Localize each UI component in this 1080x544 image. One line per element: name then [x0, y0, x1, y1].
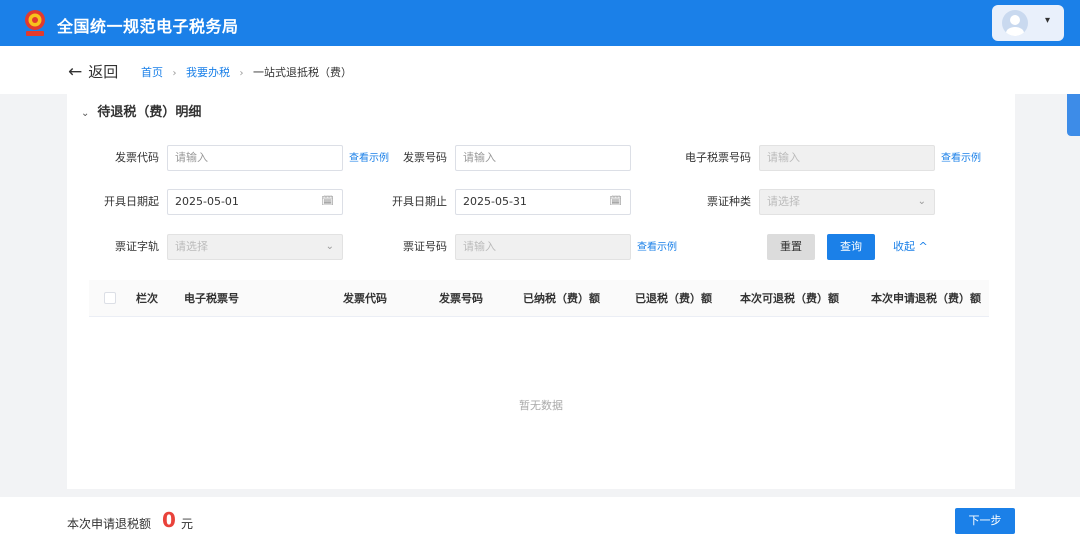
invoice-code-input[interactable]: 请输入 — [167, 145, 343, 171]
back-label: 返回 — [88, 63, 119, 81]
reset-button[interactable]: 重置 — [767, 234, 815, 260]
refund-total-unit: 元 — [181, 517, 194, 531]
col-paid-tax: 已纳税（费）额 — [523, 292, 600, 305]
main-card: ⌄ 待退税（费）明细 发票代码 请输入 查看示例 发票号码 请输入 电子税票号码 … — [67, 94, 1015, 489]
ticket-no-input[interactable]: 请输入 — [455, 234, 631, 260]
date-end-picker[interactable]: 2025-05-31 🗓 — [455, 189, 631, 215]
footer-bar: 本次申请退税额 0 元 下一步 — [0, 497, 1080, 544]
section-toggle[interactable]: ⌄ 待退税（费）明细 — [81, 101, 201, 120]
refund-total-amount: 0 — [162, 508, 176, 532]
refund-total-label: 本次申请退税额 — [67, 517, 152, 531]
sub-header: ← 返回 首页 › 我要办税 › 一站式退抵税（费） — [0, 46, 1080, 94]
next-step-button[interactable]: 下一步 — [955, 508, 1015, 534]
breadcrumb-tax[interactable]: 我要办税 — [186, 66, 230, 79]
ticket-type-label: 票证种类 — [707, 195, 751, 208]
invoice-code-label: 发票代码 — [115, 151, 159, 164]
section-title: 待退税（费）明细 — [97, 105, 202, 120]
ticket-no-label: 票证号码 — [403, 240, 447, 253]
invoice-no-label: 发票号码 — [403, 151, 447, 164]
table-header: 栏次 电子税票号 发票代码 发票号码 已纳税（费）额 已退税（费）额 本次可退税… — [89, 280, 989, 317]
chevron-down-icon: ⌄ — [917, 196, 926, 207]
ticket-type-select[interactable]: 请选择 ⌄ — [759, 189, 935, 215]
user-menu-button[interactable]: ▾ — [992, 5, 1064, 41]
avatar-icon — [1002, 10, 1028, 36]
col-invoice-no: 发票号码 — [439, 292, 483, 305]
back-arrow-icon: ← — [68, 62, 83, 82]
e-ticket-no-input[interactable]: 请输入 — [759, 145, 935, 171]
ticket-word-label: 票证字轨 — [115, 240, 159, 253]
breadcrumb-home[interactable]: 首页 — [141, 66, 163, 79]
app-title: 全国统一规范电子税务局 — [57, 17, 239, 36]
chevron-right-icon: › — [172, 68, 177, 79]
col-index: 栏次 — [136, 292, 158, 305]
col-refunded-tax: 已退税（费）额 — [635, 292, 712, 305]
chevron-right-icon: › — [239, 68, 244, 79]
tax-emblem-logo — [25, 10, 45, 36]
chevron-down-icon: ⌄ — [325, 241, 334, 252]
date-start-picker[interactable]: 2025-05-01 🗓 — [167, 189, 343, 215]
col-invoice-code: 发票代码 — [343, 292, 387, 305]
e-ticket-no-label: 电子税票号码 — [685, 151, 751, 164]
ticket-no-example-link[interactable]: 查看示例 — [637, 235, 677, 261]
e-ticket-example-link[interactable]: 查看示例 — [941, 146, 981, 172]
ticket-word-select[interactable]: 请选择 ⌄ — [167, 234, 343, 260]
caret-down-icon: ▾ — [1045, 15, 1051, 26]
select-all-checkbox[interactable] — [104, 292, 116, 304]
calendar-icon: 🗓 — [609, 196, 622, 207]
date-start-label: 开具日期起 — [104, 195, 159, 208]
query-button[interactable]: 查询 — [827, 234, 875, 260]
chevron-up-icon: ^ — [918, 240, 928, 253]
back-button[interactable]: ← 返回 — [68, 61, 118, 82]
col-refundable-tax: 本次可退税（费）额 — [740, 292, 839, 305]
col-apply-refund: 本次申请退税（费）额 — [871, 292, 981, 305]
chevron-down-icon: ⌄ — [81, 108, 90, 119]
collapse-link[interactable]: 收起 ^ — [893, 234, 928, 260]
breadcrumb: 首页 › 我要办税 › 一站式退抵税（费） — [141, 64, 352, 80]
collapse-label: 收起 — [893, 240, 915, 253]
col-e-ticket-no: 电子税票号 — [184, 292, 239, 305]
date-end-label: 开具日期止 — [392, 195, 447, 208]
breadcrumb-current: 一站式退抵税（费） — [253, 66, 352, 79]
calendar-icon: 🗓 — [321, 196, 334, 207]
table-empty-text: 暂无数据 — [519, 399, 563, 412]
invoice-no-input[interactable]: 请输入 — [455, 145, 631, 171]
top-bar: 全国统一规范电子税务局 ▾ — [0, 0, 1080, 46]
